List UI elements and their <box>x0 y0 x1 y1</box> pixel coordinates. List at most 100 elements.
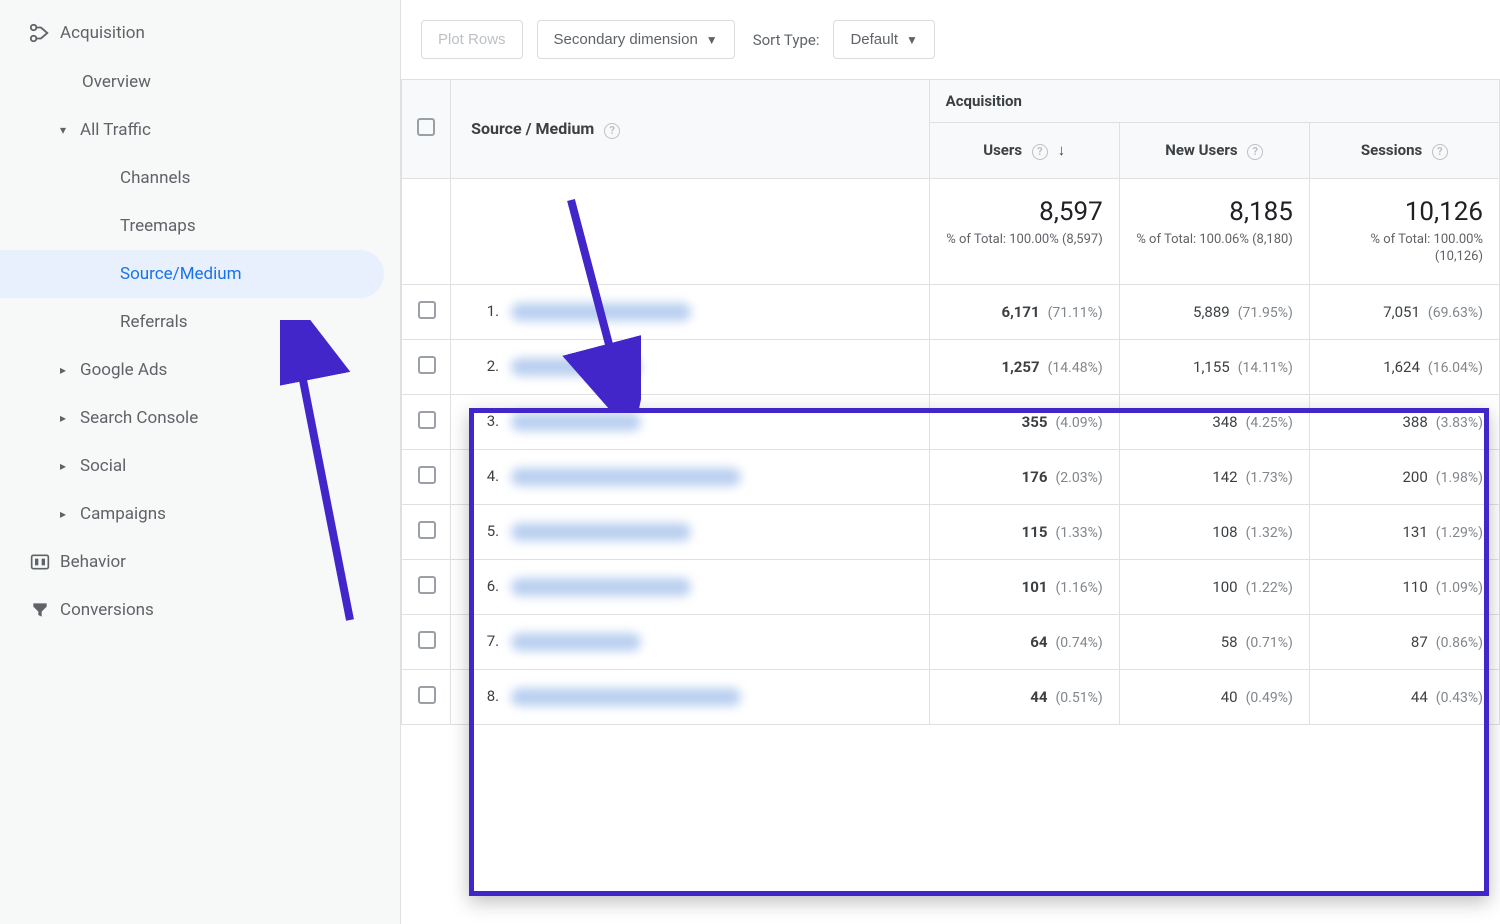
dimension-cell[interactable]: 4. <box>451 449 929 504</box>
redacted-source-medium <box>511 578 691 596</box>
total-users: 8,597 % of Total: 100.00% (8,597) <box>929 178 1119 284</box>
redacted-source-medium <box>511 688 741 706</box>
dimension-cell[interactable]: 3. <box>451 394 929 449</box>
dimension-cell[interactable]: 1. <box>451 284 929 339</box>
sidebar-item-search-console[interactable]: Search Console <box>0 394 400 442</box>
help-icon[interactable]: ? <box>604 123 620 139</box>
sidebar-section-label: Acquisition <box>60 23 145 43</box>
total-sessions: 10,126 % of Total: 100.00% (10,126) <box>1309 178 1499 284</box>
sidebar-item-campaigns[interactable]: Campaigns <box>0 490 400 538</box>
dimension-header[interactable]: Source / Medium ? <box>451 80 929 179</box>
row-index: 5. <box>467 522 507 540</box>
sort-type-label: Sort Type: <box>753 31 820 49</box>
sidebar-section-label: Behavior <box>60 552 126 572</box>
sidebar-item-all-traffic[interactable]: All Traffic <box>0 106 400 154</box>
toolbar: Plot Rows Secondary dimension ▼ Sort Typ… <box>401 0 1500 79</box>
new-users-cell: 1,155(14.11%) <box>1119 339 1309 394</box>
row-index: 3. <box>467 412 507 430</box>
secondary-dimension-dropdown[interactable]: Secondary dimension ▼ <box>537 20 735 59</box>
sessions-cell: 7,051(69.63%) <box>1309 284 1499 339</box>
sessions-cell: 131(1.29%) <box>1309 504 1499 559</box>
total-new-users: 8,185 % of Total: 100.06% (8,180) <box>1119 178 1309 284</box>
dimension-cell[interactable]: 7. <box>451 614 929 669</box>
behavior-icon <box>20 552 60 572</box>
table-row[interactable]: 6. 101(1.16%)100(1.22%)110(1.09%) <box>402 559 1500 614</box>
sort-arrow-down-icon: ↓ <box>1058 141 1066 159</box>
sidebar-item-google-ads[interactable]: Google Ads <box>0 346 400 394</box>
row-index: 8. <box>467 687 507 705</box>
select-all-cell <box>402 80 451 179</box>
totals-row: 8,597 % of Total: 100.00% (8,597) 8,185 … <box>402 178 1500 284</box>
sidebar-section-behavior[interactable]: Behavior <box>0 538 400 586</box>
column-header-sessions[interactable]: Sessions ? <box>1309 123 1499 179</box>
sessions-cell: 388(3.83%) <box>1309 394 1499 449</box>
acquisition-icon <box>20 22 60 44</box>
sessions-cell: 87(0.86%) <box>1309 614 1499 669</box>
new-users-cell: 5,889(71.95%) <box>1119 284 1309 339</box>
table-row[interactable]: 1. 6,171(71.11%)5,889(71.95%)7,051(69.63… <box>402 284 1500 339</box>
plot-rows-button[interactable]: Plot Rows <box>421 20 523 59</box>
dimension-cell[interactable]: 2. <box>451 339 929 394</box>
row-checkbox[interactable] <box>418 521 436 539</box>
help-icon[interactable]: ? <box>1032 144 1048 160</box>
conversions-icon <box>20 600 60 620</box>
chevron-down-icon: ▼ <box>906 33 918 47</box>
users-cell: 6,171(71.11%) <box>929 284 1119 339</box>
sidebar-section-conversions[interactable]: Conversions <box>0 586 400 634</box>
sidebar-item-channels[interactable]: Channels <box>0 154 400 202</box>
sessions-cell: 200(1.98%) <box>1309 449 1499 504</box>
sidebar-item-treemaps[interactable]: Treemaps <box>0 202 400 250</box>
row-index: 1. <box>467 302 507 320</box>
row-index: 7. <box>467 632 507 650</box>
group-header-acquisition: Acquisition <box>929 80 1499 123</box>
redacted-source-medium <box>511 303 691 321</box>
row-checkbox[interactable] <box>418 411 436 429</box>
redacted-source-medium <box>511 633 641 651</box>
sidebar: Acquisition Overview All Traffic Channel… <box>0 0 400 924</box>
table-row[interactable]: 7. 64(0.74%)58(0.71%)87(0.86%) <box>402 614 1500 669</box>
table-row[interactable]: 4. 176(2.03%)142(1.73%)200(1.98%) <box>402 449 1500 504</box>
sessions-cell: 44(0.43%) <box>1309 669 1499 724</box>
redacted-source-medium <box>511 358 641 376</box>
sidebar-item-overview[interactable]: Overview <box>0 58 400 106</box>
redacted-source-medium <box>511 468 741 486</box>
table-row[interactable]: 2. 1,257(14.48%)1,155(14.11%)1,624(16.04… <box>402 339 1500 394</box>
row-checkbox[interactable] <box>418 631 436 649</box>
users-cell: 176(2.03%) <box>929 449 1119 504</box>
help-icon[interactable]: ? <box>1247 144 1263 160</box>
sidebar-item-social[interactable]: Social <box>0 442 400 490</box>
column-header-users[interactable]: Users ? ↓ <box>929 123 1119 179</box>
dropdown-label: Secondary dimension <box>554 31 698 48</box>
sidebar-item-referrals[interactable]: Referrals <box>0 298 400 346</box>
sessions-cell: 1,624(16.04%) <box>1309 339 1499 394</box>
column-header-new-users[interactable]: New Users ? <box>1119 123 1309 179</box>
new-users-cell: 40(0.49%) <box>1119 669 1309 724</box>
sidebar-section-acquisition[interactable]: Acquisition <box>0 8 400 58</box>
sidebar-item-source-medium[interactable]: Source/Medium <box>0 250 384 298</box>
users-cell: 1,257(14.48%) <box>929 339 1119 394</box>
row-checkbox[interactable] <box>418 576 436 594</box>
users-cell: 115(1.33%) <box>929 504 1119 559</box>
table-row[interactable]: 8. 44(0.51%)40(0.49%)44(0.43%) <box>402 669 1500 724</box>
sort-type-dropdown[interactable]: Default ▼ <box>833 20 934 59</box>
row-checkbox[interactable] <box>418 686 436 704</box>
dimension-cell[interactable]: 6. <box>451 559 929 614</box>
row-index: 6. <box>467 577 507 595</box>
dimension-cell[interactable]: 5. <box>451 504 929 559</box>
row-checkbox[interactable] <box>418 466 436 484</box>
redacted-source-medium <box>511 413 641 431</box>
row-index: 4. <box>467 467 507 485</box>
help-icon[interactable]: ? <box>1432 144 1448 160</box>
row-index: 2. <box>467 357 507 375</box>
row-checkbox[interactable] <box>418 301 436 319</box>
sidebar-section-label: Conversions <box>60 600 154 620</box>
new-users-cell: 142(1.73%) <box>1119 449 1309 504</box>
users-cell: 355(4.09%) <box>929 394 1119 449</box>
select-all-checkbox[interactable] <box>417 118 435 136</box>
table-row[interactable]: 3. 355(4.09%)348(4.25%)388(3.83%) <box>402 394 1500 449</box>
chevron-down-icon: ▼ <box>706 33 718 47</box>
dimension-cell[interactable]: 8. <box>451 669 929 724</box>
users-cell: 101(1.16%) <box>929 559 1119 614</box>
row-checkbox[interactable] <box>418 356 436 374</box>
table-row[interactable]: 5. 115(1.33%)108(1.32%)131(1.29%) <box>402 504 1500 559</box>
